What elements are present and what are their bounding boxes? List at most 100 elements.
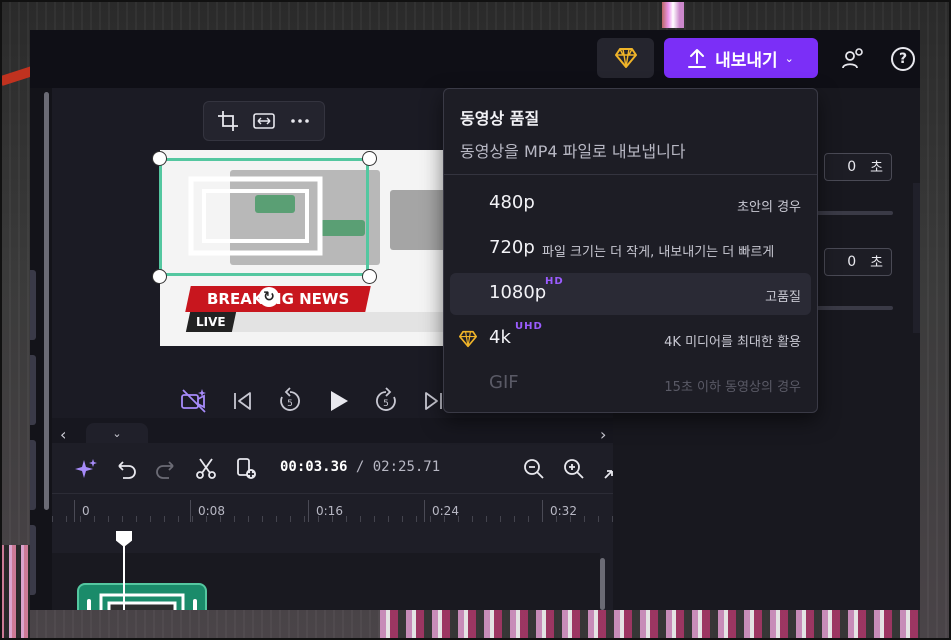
quality-option-720p[interactable]: 720p 파일 크기는 더 작게, 내보내기는 더 빠르게	[450, 228, 811, 270]
export-label: 내보내기	[715, 50, 778, 71]
top-bar: 내보내기 ⌄ ?	[30, 30, 920, 88]
option-label: 480p	[489, 192, 535, 213]
field-value: 0	[847, 159, 857, 175]
option-desc: 고품질	[765, 290, 801, 305]
play-icon[interactable]	[324, 387, 352, 415]
clip-thumbnail	[99, 593, 185, 610]
option-desc: 15초 이하 동영상의 경우	[664, 380, 801, 395]
option-label-text: 4k	[489, 327, 511, 348]
current-time: 00:03.36	[280, 459, 348, 475]
quality-option-480p[interactable]: 480p 초안의 경우	[450, 183, 811, 225]
chevron-down-icon: ⌄	[784, 51, 794, 65]
playhead-handle[interactable]	[116, 531, 132, 547]
undo-icon[interactable]	[114, 457, 138, 481]
chevron-right-icon[interactable]: ›	[600, 425, 606, 444]
fit-icon[interactable]	[253, 110, 275, 132]
fade-in-field[interactable]: 0 초	[824, 153, 892, 181]
hd-badge: HD	[545, 276, 564, 287]
option-desc: 파일 크기는 더 작게, 내보내기는 더 빠르게	[542, 245, 775, 260]
skip-back-icon[interactable]	[228, 387, 256, 415]
chevron-left-icon[interactable]: ‹	[60, 425, 66, 444]
timeline-ruler[interactable]: 0 0:08 0:16 0:24 0:32	[52, 493, 613, 523]
forward-5-icon[interactable]: 5	[372, 387, 400, 415]
money-image	[390, 190, 450, 250]
rail-tab[interactable]	[30, 270, 36, 340]
tick-line	[424, 500, 425, 522]
field-unit: 초	[870, 255, 883, 271]
timecode: 00:03.36 / 02:25.71	[280, 459, 440, 475]
more-icon[interactable]	[289, 110, 311, 132]
svg-text:5: 5	[383, 399, 389, 409]
resize-handle[interactable]	[152, 151, 167, 166]
timeline-clip[interactable]	[77, 583, 207, 610]
diamond-icon	[614, 48, 637, 68]
help-icon[interactable]: ?	[891, 47, 915, 71]
quality-option-4k[interactable]: 4k UHD 4K 미디어를 최대한 활용	[450, 318, 811, 360]
timeline-scrollbar[interactable]	[600, 558, 605, 610]
field-value: 0	[847, 254, 857, 270]
tick-line	[308, 500, 309, 522]
option-desc: 초안의 경우	[737, 200, 801, 215]
ruler-label: 0:32	[550, 504, 577, 518]
diamond-icon	[459, 330, 477, 348]
live-tag: LIVE	[185, 312, 237, 332]
zoom-in-icon[interactable]	[562, 457, 586, 481]
premium-button[interactable]	[597, 38, 654, 78]
tick-line	[542, 500, 543, 522]
rewind-5-icon[interactable]: 5	[276, 387, 304, 415]
help-glyph: ?	[898, 51, 908, 67]
clip-trim-handle-right[interactable]	[193, 599, 197, 610]
quality-option-1080p[interactable]: 1080p HD 고품질	[450, 273, 811, 315]
rail-tab[interactable]	[30, 525, 36, 595]
background-glitch	[380, 610, 920, 640]
rail-tab[interactable]	[30, 440, 36, 510]
fade-out-field[interactable]: 0 초	[824, 248, 892, 276]
selection-box[interactable]	[159, 158, 369, 276]
magic-camera-off-icon[interactable]	[180, 387, 208, 415]
ai-sparkle-icon[interactable]	[74, 457, 98, 481]
ruler-label: 0:08	[198, 504, 225, 518]
timeline-toolbar: 00:03.36 / 02:25.71	[52, 443, 624, 493]
zoom-out-icon[interactable]	[522, 457, 546, 481]
menu-subtitle: 동영상을 MP4 파일로 내보냅니다	[460, 142, 686, 161]
ruler-label: 0:16	[316, 504, 343, 518]
upload-icon	[688, 49, 707, 68]
option-desc: 4K 미디어를 최대한 활용	[664, 335, 801, 350]
rail-tab[interactable]	[30, 355, 36, 425]
crop-icon[interactable]	[217, 110, 239, 132]
element-toolbar	[203, 101, 325, 141]
option-label: 1080p HD	[489, 276, 563, 303]
export-button[interactable]: 내보내기 ⌄	[664, 38, 818, 78]
option-label: GIF	[489, 372, 519, 393]
resize-handle[interactable]	[362, 269, 377, 284]
redo-icon[interactable]	[154, 457, 178, 481]
background-glitch	[662, 0, 684, 28]
playback-controls: 5 5	[180, 385, 448, 417]
ruler-label: 0	[82, 504, 90, 518]
field-unit: 초	[870, 160, 883, 176]
option-label: 4k UHD	[489, 321, 542, 348]
resize-handle[interactable]	[362, 151, 377, 166]
uhd-badge: UHD	[515, 321, 543, 332]
option-label: 720p	[489, 237, 535, 258]
video-quality-menu: 동영상 품질 동영상을 MP4 파일로 내보냅니다 480p 초안의 경우 72…	[443, 88, 818, 413]
time-separator: /	[347, 459, 373, 475]
option-label-text: 1080p	[489, 282, 547, 303]
rotate-handle[interactable]: ↻	[259, 287, 279, 307]
scissors-icon[interactable]	[194, 457, 218, 481]
menu-header: 동영상 품질 동영상을 MP4 파일로 내보냅니다	[444, 89, 817, 175]
left-scrollbar[interactable]	[44, 92, 49, 510]
add-media-icon[interactable]	[234, 457, 258, 481]
share-users-icon[interactable]	[842, 47, 866, 71]
svg-text:5: 5	[287, 399, 293, 409]
clip-trim-handle-left[interactable]	[87, 599, 91, 610]
resize-handle[interactable]	[152, 269, 167, 284]
lower-third-strip	[229, 312, 450, 332]
timeline-panel: 00:03.36 / 02:25.71 0 0:08 0:16 0:24 0:3…	[52, 443, 624, 610]
live-text: LIVE	[196, 315, 226, 329]
tick-line	[190, 500, 191, 522]
quality-option-gif[interactable]: GIF 15초 이하 동영상의 경우	[450, 363, 811, 405]
background-glitch	[0, 545, 30, 640]
playhead-line	[123, 536, 125, 610]
collapse-timeline-tab[interactable]: ⌄	[86, 423, 148, 443]
